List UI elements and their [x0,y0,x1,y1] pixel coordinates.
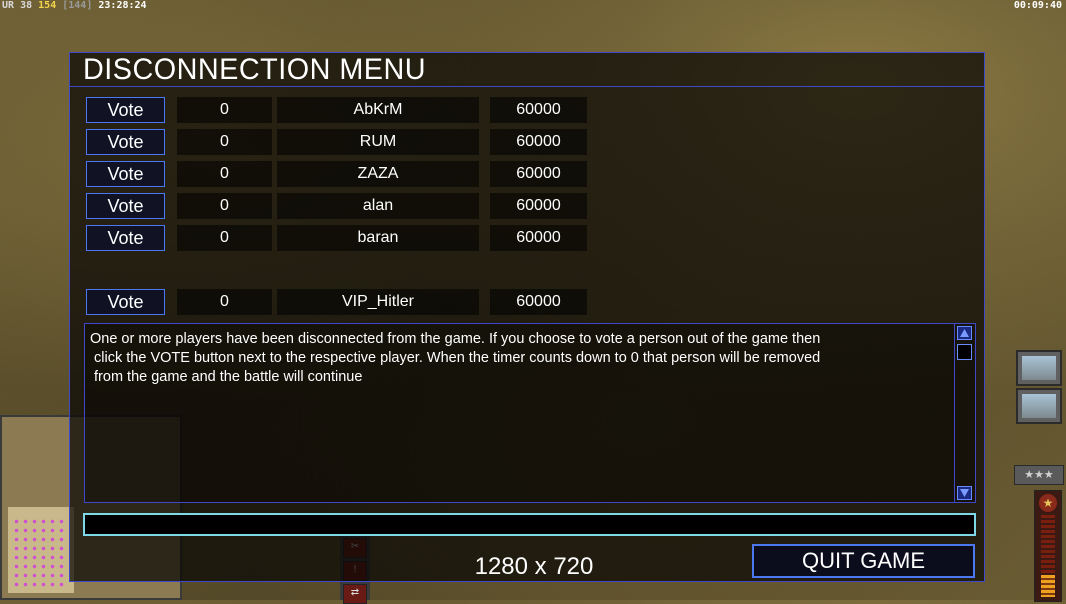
player-name: VIP_Hitler [277,289,479,315]
vote-count: 0 [177,97,272,123]
chat-input[interactable] [83,513,976,536]
vote-count: 0 [177,225,272,251]
quit-game-button[interactable]: QUIT GAME [752,544,975,578]
hud-value-1: 38 [20,0,33,11]
player-name: baran [277,225,479,251]
player-name: AbKrM [277,97,479,123]
minimap-units [12,517,66,587]
player-name: ZAZA [277,161,479,187]
title-divider [70,86,984,87]
scroll-thumb[interactable] [957,344,972,360]
player-timer: 60000 [490,193,587,219]
resolution-label: 1280 x 720 [474,553,594,580]
unit-thumbnail-1[interactable] [1016,350,1062,386]
vote-button[interactable]: Vote [86,193,165,219]
hud-value-2: 154 [38,0,57,11]
player-timer: 60000 [490,129,587,155]
vote-button[interactable]: Vote [86,97,165,123]
message-text: One or more players have been disconnect… [90,331,821,385]
vote-button[interactable]: Vote [86,129,165,155]
player-timer: 60000 [490,289,587,315]
vote-count: 0 [177,161,272,187]
hud-stats: UR 38 154 [144] 23:28:24 [2,0,147,11]
message-box: One or more players have been disconnect… [84,323,976,503]
player-timer: 60000 [490,225,587,251]
vote-count: 0 [177,193,272,219]
vote-count: 0 [177,129,272,155]
player-name: RUM [277,129,479,155]
hud-clock: 23:28:24 [98,0,147,11]
player-timer: 60000 [490,97,587,123]
transfer-icon[interactable]: ⇄ [343,584,367,604]
power-meter: ★ [1034,490,1062,602]
player-timer: 60000 [490,161,587,187]
power-fill [1041,575,1055,597]
game-timer: 00:09:40 [1013,0,1062,11]
scroll-up-arrow-icon[interactable] [957,326,972,340]
hud-value-3: [144] [62,0,93,11]
hud-ur: UR [2,0,15,11]
vote-button[interactable]: Vote [86,161,165,187]
player-name: alan [277,193,479,219]
vote-count: 0 [177,289,272,315]
unit-thumbnail-2[interactable] [1016,388,1062,424]
dialog-title: DISCONNECTION MENU [83,53,427,86]
rank-stars-badge[interactable]: ★★★ [1014,465,1064,485]
disconnection-dialog: DISCONNECTION MENU Vote 0 AbKrM 60000 Vo… [69,52,985,582]
power-level [1041,515,1055,573]
vote-button[interactable]: Vote [86,289,165,315]
vote-button[interactable]: Vote [86,225,165,251]
scroll-down-arrow-icon[interactable] [957,486,972,500]
message-scrollbar[interactable] [954,324,975,502]
star-icon: ★ [1039,494,1057,512]
